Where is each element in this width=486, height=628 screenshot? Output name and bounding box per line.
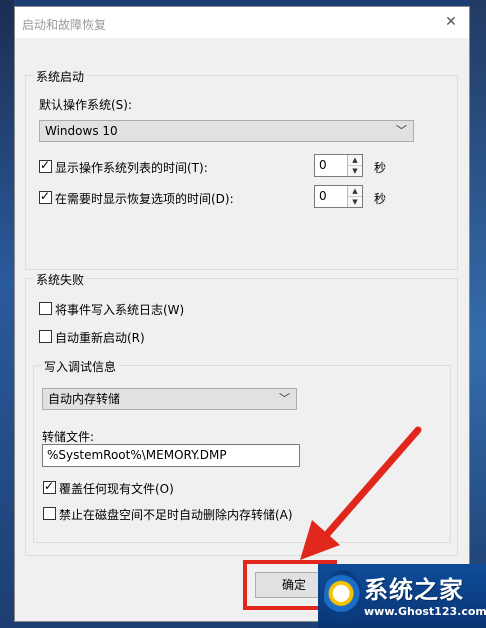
watermark-url: www.Ghost123.com (364, 605, 486, 618)
watermark-brand: 系统之家 (364, 576, 464, 604)
watermark-logo: 系统之家 www.Ghost123.com (318, 564, 486, 628)
logo-emblem-icon (324, 570, 362, 622)
annotation-arrow (300, 426, 422, 560)
